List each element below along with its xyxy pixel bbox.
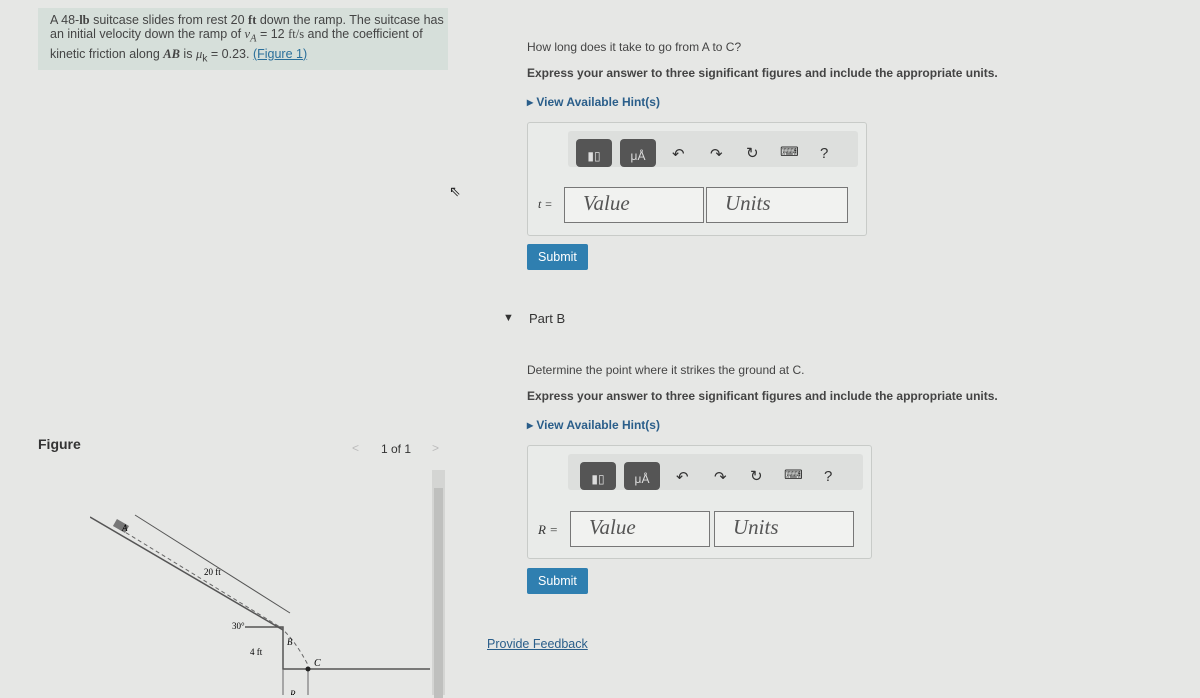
next-figure-button[interactable]: > (432, 441, 439, 455)
label-angle: 30° (232, 621, 245, 631)
variable-label: R = (538, 522, 558, 537)
part-b-instruction: Express your answer to three significant… (527, 389, 998, 403)
hint-label: View Available Hint(s) (536, 418, 660, 432)
trajectory (279, 626, 309, 666)
mouse-cursor-icon: ⇖ (449, 183, 461, 199)
part-a-submit-button[interactable]: Submit (527, 244, 588, 270)
part-b-title[interactable]: Part B (529, 311, 565, 326)
provide-feedback-link[interactable]: Provide Feedback (487, 637, 588, 651)
text: = 12 (256, 27, 289, 41)
variable-label: t = (538, 197, 553, 211)
path-line (119, 528, 281, 628)
equation-toolbar: ▮▯ μÅ ↶ ↷ ↻ ⌨ ? (568, 131, 858, 167)
redo-icon[interactable]: ↷ (714, 468, 727, 486)
caret-right-icon: ▸ (527, 418, 537, 432)
label-distance: 20 ft (204, 567, 221, 577)
caret-right-icon: ▸ (527, 95, 537, 109)
text: suitcase slides from rest 20 (89, 13, 249, 27)
ramp-figure: A 20 ft 30° 4 ft B C R (90, 514, 430, 695)
unit: ft/s (288, 27, 305, 41)
keyboard-icon[interactable]: ⌨ (780, 144, 799, 160)
text: A 48- (50, 13, 80, 27)
units-button[interactable]: μÅ (624, 462, 660, 490)
part-a-hint-toggle[interactable]: ▸ View Available Hint(s) (527, 95, 660, 109)
label-r: R (289, 689, 296, 695)
undo-icon[interactable]: ↶ (672, 145, 685, 163)
reset-icon[interactable]: ↻ (750, 467, 763, 485)
problem-statement: A 48-lb suitcase slides from rest 20 ft … (38, 8, 448, 70)
unit: lb (79, 13, 90, 27)
figure-link[interactable]: (Figure 1) (253, 47, 307, 61)
part-b-question: Determine the point where it strikes the… (527, 363, 805, 377)
templates-button[interactable]: ▮▯ (576, 139, 612, 167)
part-b-answer-panel: ▮▯ μÅ ↶ ↷ ↻ ⌨ ? R = Value Units (527, 445, 872, 559)
part-a-question: How long does it take to go from A to C? (527, 40, 742, 54)
figure-pager: 1 of 1 (381, 442, 412, 456)
ramp (90, 516, 284, 631)
equation-toolbar: ▮▯ μÅ ↶ ↷ ↻ ⌨ ? (568, 454, 863, 490)
label-a: A (121, 523, 128, 533)
scrollbar[interactable] (432, 470, 445, 698)
prev-figure-button[interactable]: < (352, 441, 359, 455)
label-b: B (287, 637, 293, 647)
units-button[interactable]: μÅ (620, 139, 656, 167)
reset-icon[interactable]: ↻ (746, 144, 759, 162)
templates-button[interactable]: ▮▯ (580, 462, 616, 490)
text: is (179, 46, 196, 61)
help-icon[interactable]: ? (820, 145, 828, 162)
undo-icon[interactable]: ↶ (676, 468, 689, 486)
var: AB (163, 46, 180, 61)
redo-icon[interactable]: ↷ (710, 145, 723, 163)
figure-title: Figure (38, 436, 81, 452)
part-a-instruction: Express your answer to three significant… (527, 66, 998, 80)
collapse-caret-icon[interactable]: ▼ (503, 312, 514, 324)
label-c: C (314, 658, 321, 669)
part-a-answer-panel: ▮▯ μÅ ↶ ↷ ↻ ⌨ ? t = Value Units (527, 122, 867, 236)
value-input[interactable]: Value (564, 187, 704, 223)
units-input[interactable]: Units (706, 187, 848, 223)
value-input[interactable]: Value (570, 511, 710, 547)
text: = 0.23. (207, 46, 253, 61)
dimension-line (134, 514, 291, 614)
part-b-hint-toggle[interactable]: ▸ View Available Hint(s) (527, 418, 660, 432)
label-height: 4 ft (250, 647, 263, 657)
keyboard-icon[interactable]: ⌨ (784, 467, 803, 483)
point-c (305, 666, 311, 672)
part-b-submit-button[interactable]: Submit (527, 568, 588, 594)
hint-label: View Available Hint(s) (536, 95, 660, 109)
units-input[interactable]: Units (714, 511, 854, 547)
help-icon[interactable]: ? (824, 468, 832, 485)
ground (245, 626, 430, 670)
